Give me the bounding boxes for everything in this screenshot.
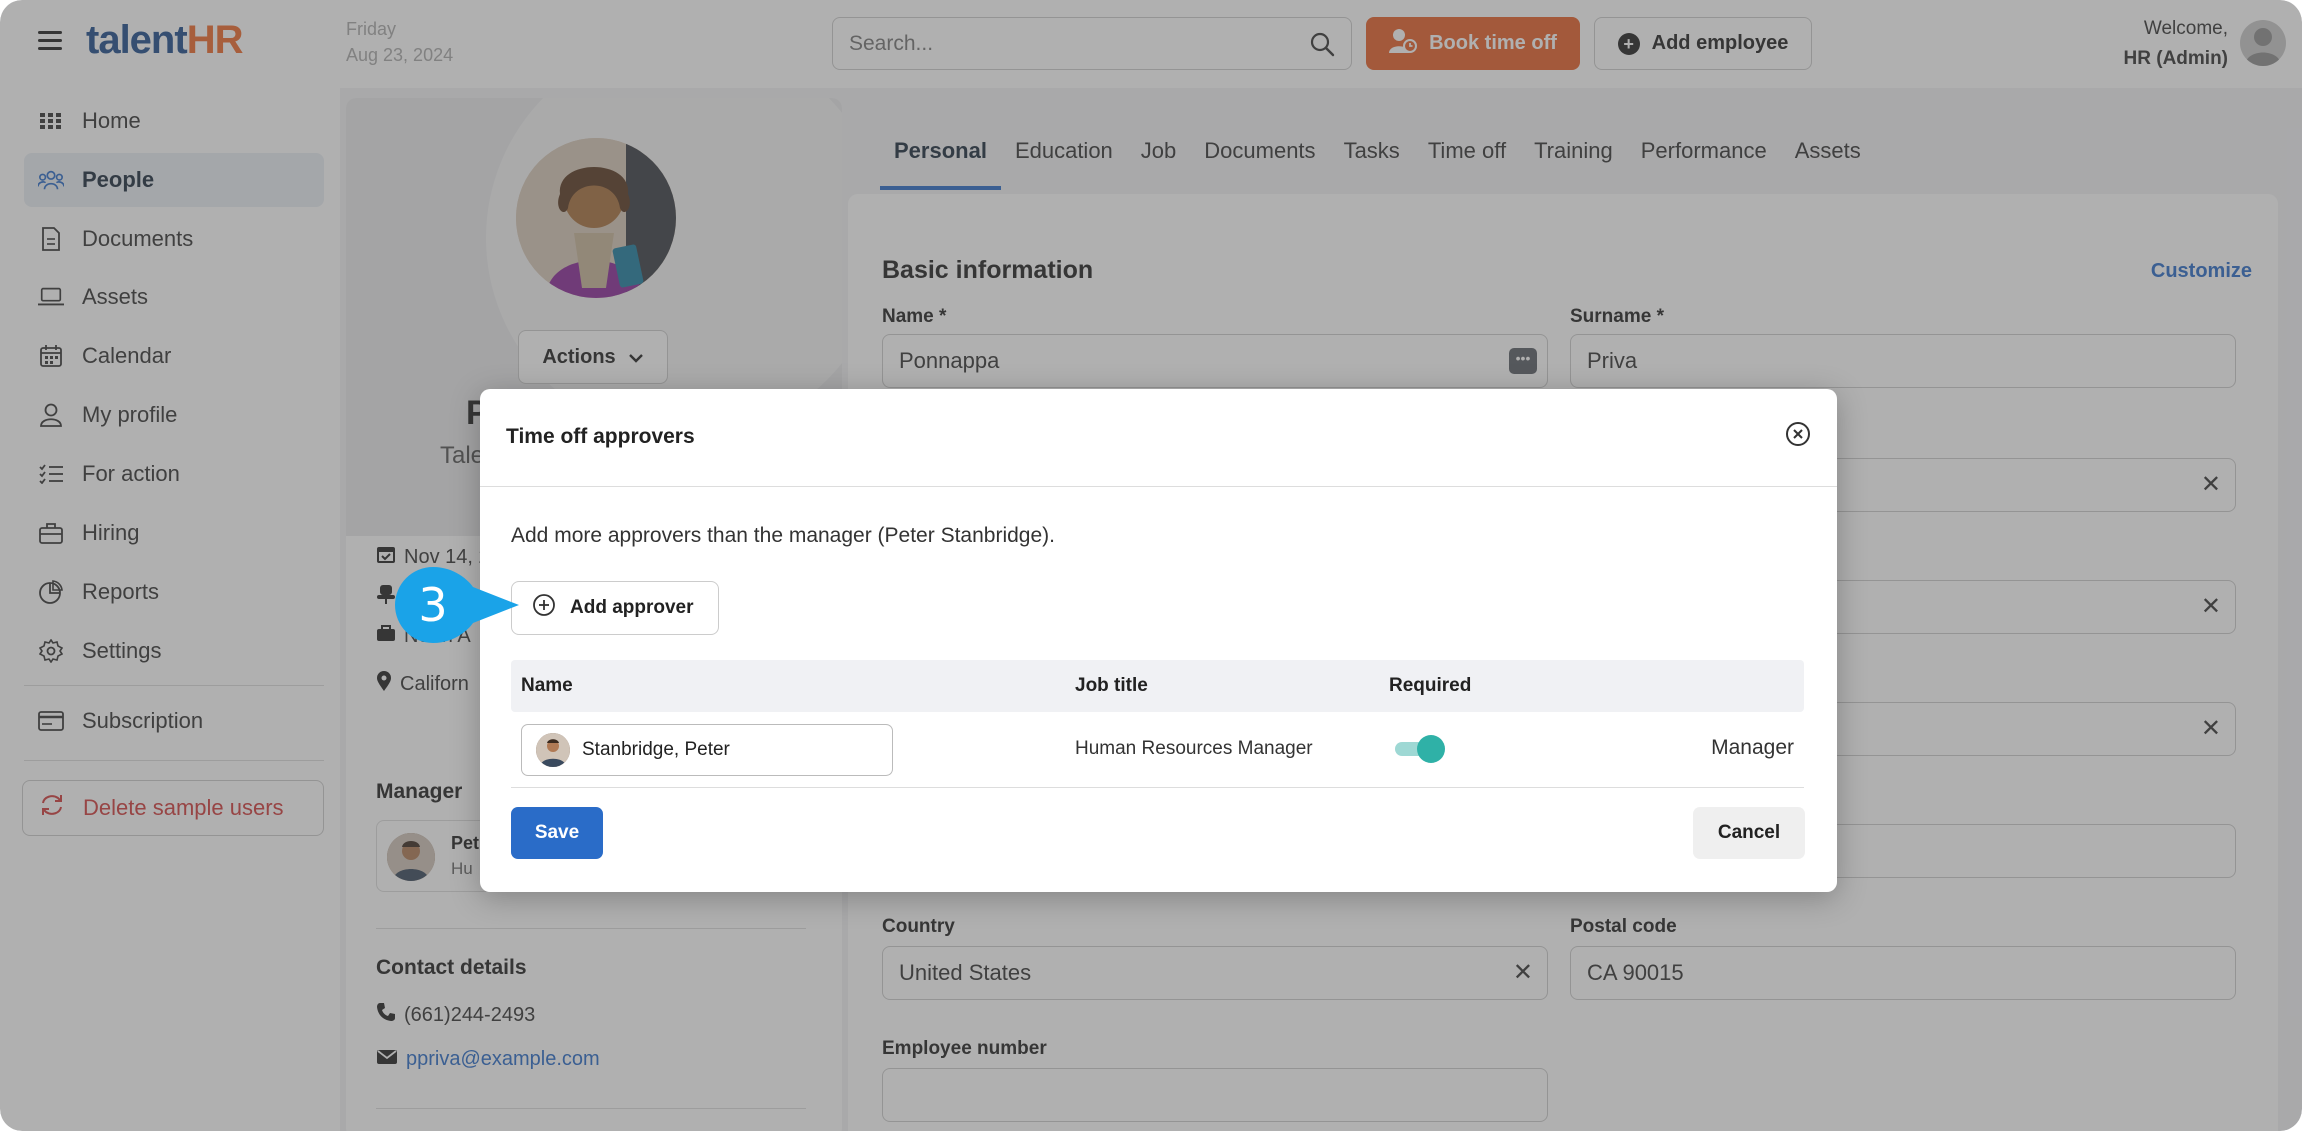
step-number: 3	[418, 578, 448, 632]
column-header-job-title: Job title	[1075, 675, 1148, 696]
approver-name: Stanbridge, Peter	[582, 739, 730, 760]
modal-title: Time off approvers	[506, 425, 695, 448]
add-approver-label: Add approver	[570, 597, 694, 618]
approver-select[interactable]: Stanbridge, Peter	[521, 724, 893, 776]
column-header-name: Name	[521, 675, 573, 696]
required-toggle[interactable]	[1395, 735, 1445, 763]
approvers-table-header: Name Job title Required	[511, 660, 1804, 712]
plus-circle-icon	[532, 593, 556, 623]
app-window: talentHR Friday Aug 23, 2024 Book time o…	[0, 0, 2302, 1131]
approver-avatar	[536, 733, 570, 767]
modal-description: Add more approvers than the manager (Pet…	[511, 524, 1055, 547]
close-icon[interactable]	[1785, 421, 1811, 447]
table-row: Stanbridge, Peter Human Resources Manage…	[511, 712, 1804, 788]
save-button[interactable]: Save	[511, 807, 603, 859]
manager-tag: Manager	[1711, 736, 1794, 759]
time-off-approvers-modal: Time off approvers Add more approvers th…	[480, 389, 1837, 892]
cancel-button[interactable]: Cancel	[1693, 807, 1805, 859]
modal-divider	[480, 486, 1837, 487]
approver-job-title: Human Resources Manager	[1075, 738, 1313, 759]
add-approver-button[interactable]: Add approver	[511, 581, 719, 635]
column-header-required: Required	[1389, 675, 1472, 696]
toggle-knob	[1417, 735, 1445, 763]
step-callout: 3	[393, 565, 521, 645]
